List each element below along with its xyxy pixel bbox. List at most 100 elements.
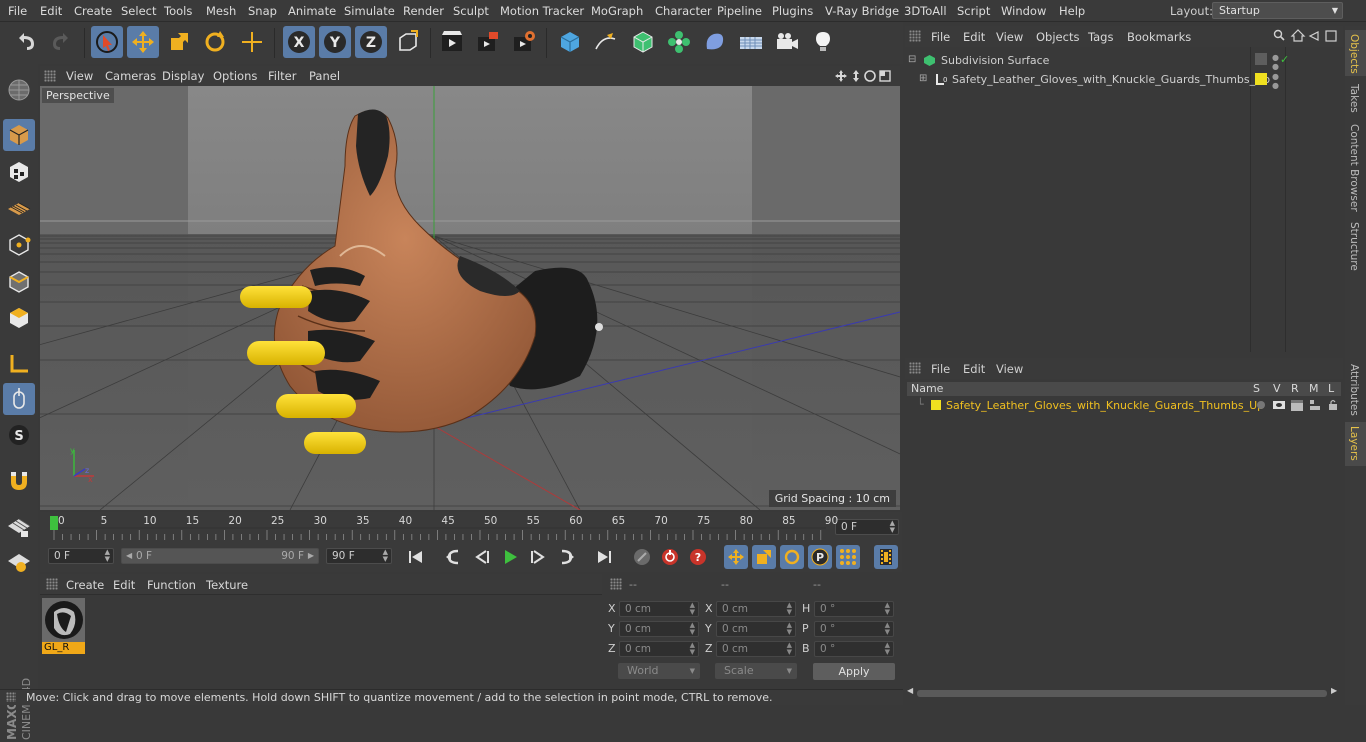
size-z-field[interactable]: 0 cm ▲ ▼ (716, 641, 796, 657)
previous-frame-icon[interactable] (470, 545, 494, 569)
render-picture-viewer-icon[interactable] (472, 26, 504, 58)
rot-h-field[interactable]: 0 ° ▲ ▼ (814, 601, 894, 617)
menu-select[interactable]: Select (121, 4, 156, 18)
object-row-subdivision-surface[interactable]: ⊟ Subdivision Surface ● ● ✓ (905, 53, 1343, 71)
render-clapper-icon[interactable] (1291, 399, 1303, 411)
objects-menu-file[interactable]: File (931, 30, 950, 44)
start-frame-field[interactable]: 0 F ▲ ▼ (48, 548, 114, 564)
object-row-glove[interactable]: ⊞ 0 Safety_Leather_Gloves_with_Knuckle_G… (905, 72, 1343, 90)
deformer-icon[interactable] (699, 26, 731, 58)
visibility-dots-icon[interactable]: ● ● (1272, 53, 1279, 71)
texture-mode-icon[interactable] (3, 156, 35, 188)
column-manager[interactable]: M (1309, 382, 1319, 395)
rotate-icon[interactable] (199, 26, 231, 58)
tab-content-browser[interactable]: Content Browser (1348, 124, 1360, 212)
workplane-icon[interactable] (3, 192, 35, 224)
menu-mesh[interactable]: Mesh (206, 4, 236, 18)
column-visible[interactable]: V (1273, 382, 1281, 395)
objects-menu-objects[interactable]: Objects (1036, 30, 1079, 44)
visibility-dots-icon[interactable]: ● ● (1272, 72, 1279, 90)
playhead-marker[interactable] (50, 516, 58, 530)
coordinate-system-icon[interactable] (392, 26, 424, 58)
objects-menu-edit[interactable]: Edit (963, 30, 985, 44)
points-mode-icon[interactable] (3, 229, 35, 261)
menu-file[interactable]: File (8, 4, 27, 18)
lock-icon[interactable] (1327, 399, 1339, 411)
move-icon[interactable] (127, 26, 159, 58)
next-frame-icon[interactable] (526, 545, 550, 569)
menu-plugins[interactable]: Plugins (772, 4, 813, 18)
viewport-menu-view[interactable]: View (66, 69, 93, 83)
rot-b-field[interactable]: 0 ° ▲ ▼ (814, 641, 894, 657)
cube-primitive-icon[interactable] (554, 26, 586, 58)
menu-motion-tracker[interactable]: Motion Tracker (500, 4, 584, 18)
menu-create[interactable]: Create (74, 4, 112, 18)
viewport-menu-panel[interactable]: Panel (309, 69, 340, 83)
subdivision-nurbs-icon[interactable] (627, 26, 659, 58)
layers-menu-file[interactable]: File (931, 362, 950, 376)
viewport-menu-options[interactable]: Options (213, 69, 257, 83)
viewport-menu-display[interactable]: Display (162, 69, 204, 83)
collapse-icon[interactable]: ⊟ (908, 54, 916, 65)
timeline-window-icon[interactable] (874, 545, 898, 569)
model-mode-icon[interactable] (3, 119, 35, 151)
polygons-mode-icon[interactable] (3, 302, 35, 334)
layer-row[interactable]: └ Safety_Leather_Gloves_with_Knuckle_Gua… (905, 398, 1343, 414)
objects-menu-tags[interactable]: Tags (1088, 30, 1113, 44)
layer-swatch[interactable] (1255, 53, 1267, 65)
keyframe-selection-icon[interactable]: ? (686, 545, 710, 569)
rot-p-field[interactable]: 0 ° ▲ ▼ (814, 621, 894, 637)
layers-menu-view[interactable]: View (996, 362, 1023, 376)
go-to-start-icon[interactable] (404, 545, 428, 569)
next-key-icon[interactable] (554, 545, 578, 569)
tab-structure[interactable]: Structure (1348, 222, 1360, 271)
size-mode-dropdown[interactable]: Scale ▼ (715, 663, 797, 679)
edges-mode-icon[interactable] (3, 266, 35, 298)
scrollbar-thumb[interactable] (917, 690, 1327, 697)
column-locked[interactable]: L (1328, 382, 1334, 395)
menu-mograph[interactable]: MoGraph (591, 4, 643, 18)
coordinate-mode-dropdown[interactable]: World ▼ (618, 663, 700, 679)
scroll-left-icon[interactable]: ◀ (907, 686, 913, 695)
render-settings-icon[interactable] (508, 26, 540, 58)
material-menu-texture[interactable]: Texture (206, 578, 248, 592)
menu-vray-bridge[interactable]: V-Ray Bridge (825, 4, 899, 18)
layer-color-swatch[interactable] (1255, 73, 1267, 85)
grid-snap-icon[interactable] (3, 546, 35, 578)
material-menu-function[interactable]: Function (147, 578, 196, 592)
column-name[interactable]: Name (911, 382, 943, 395)
tab-attributes[interactable]: Attributes (1348, 364, 1360, 416)
previous-key-icon[interactable] (442, 545, 466, 569)
timeline-ruler[interactable]: 0 F ▲ ▼ 0 5 10 15 20 25 30 35 40 45 50 55 60 65 70 75 80 85… (40, 512, 902, 542)
record-scale-icon[interactable] (752, 545, 776, 569)
cloner-icon[interactable] (663, 26, 695, 58)
enabled-check-icon[interactable]: ✓ (1280, 53, 1289, 66)
material-swatch[interactable]: GL_R (42, 598, 85, 656)
record-disabled-icon[interactable] (630, 545, 654, 569)
select-cursor-icon[interactable] (91, 26, 123, 58)
viewport-menu-cameras[interactable]: Cameras (105, 69, 156, 83)
menu-tools[interactable]: Tools (164, 4, 192, 18)
record-position-icon[interactable] (724, 545, 748, 569)
tab-objects[interactable]: Objects (1348, 34, 1360, 74)
column-solo[interactable]: S (1253, 382, 1260, 395)
y-axis-icon[interactable]: Y (319, 26, 351, 58)
menu-render[interactable]: Render (403, 4, 444, 18)
current-frame-field[interactable]: 0 F ▲ ▼ (835, 519, 899, 535)
tab-layers[interactable]: Layers (1348, 426, 1360, 461)
object-manager-tool-icons[interactable] (1273, 29, 1341, 43)
scale-icon[interactable] (163, 26, 195, 58)
end-frame-field[interactable]: 90 F ▲ ▼ (326, 548, 392, 564)
light-icon[interactable] (807, 26, 839, 58)
layout-dropdown[interactable]: Startup ▼ (1212, 2, 1343, 19)
record-rotation-icon[interactable] (780, 545, 804, 569)
material-menu-edit[interactable]: Edit (113, 578, 135, 592)
material-menu-create[interactable]: Create (66, 578, 104, 592)
redo-icon[interactable] (45, 26, 77, 58)
menu-script[interactable]: Script (957, 4, 990, 18)
objects-menu-view[interactable]: View (996, 30, 1023, 44)
size-x-field[interactable]: 0 cm ▲ ▼ (716, 601, 796, 617)
floor-icon[interactable] (735, 26, 767, 58)
menu-3dtoall[interactable]: 3DToAll (904, 4, 947, 18)
apply-button[interactable]: Apply (813, 663, 895, 680)
